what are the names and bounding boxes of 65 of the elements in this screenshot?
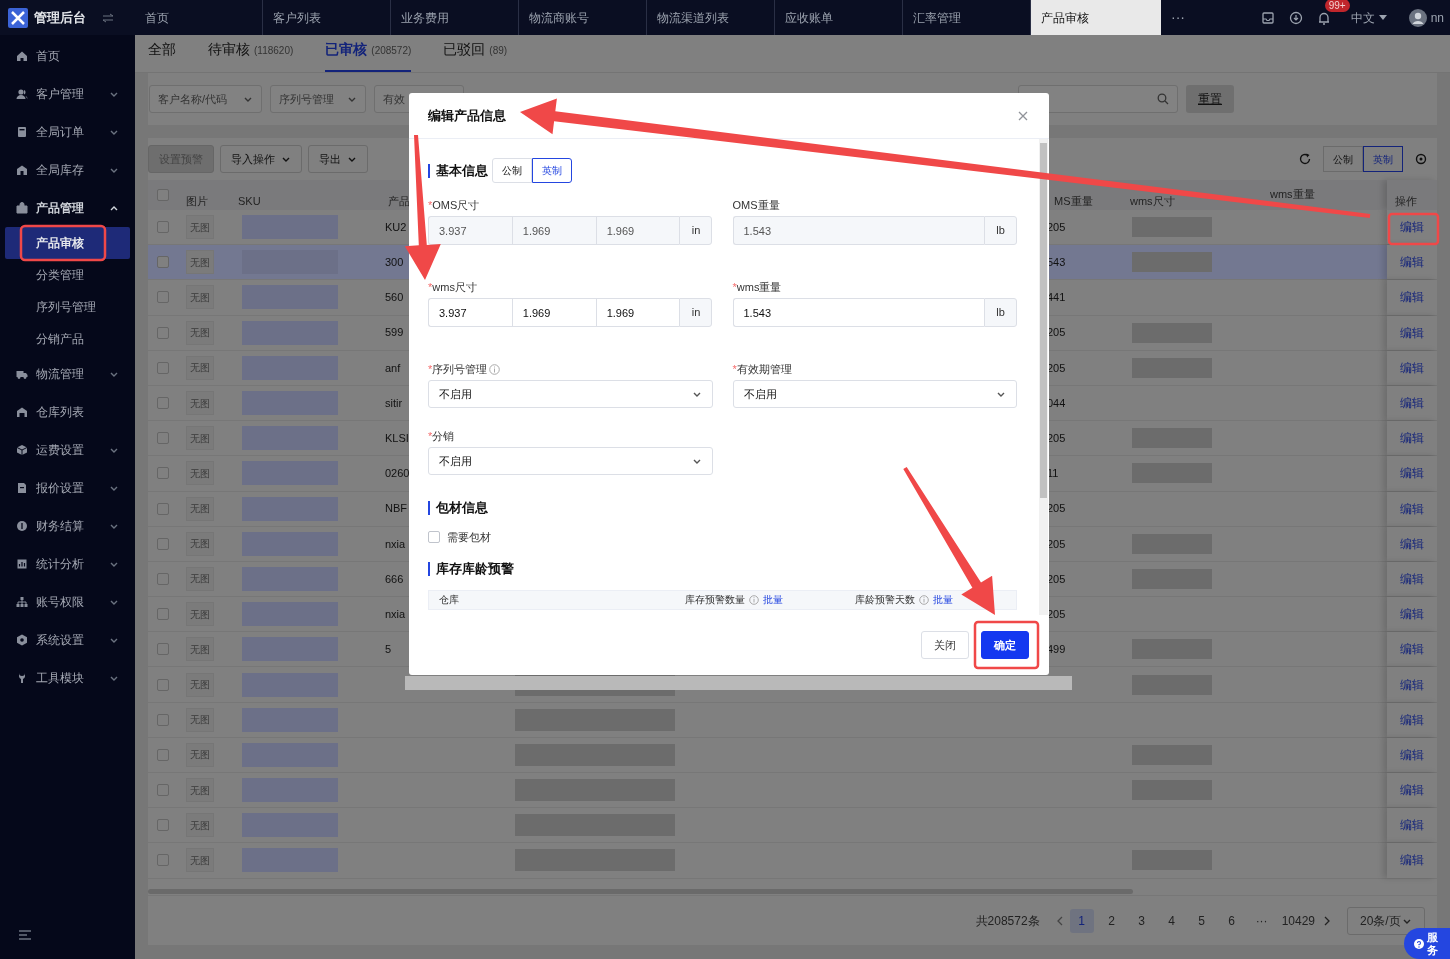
column-header: 库存预警数量 <box>685 593 745 607</box>
column-header: 仓库 <box>439 593 459 607</box>
modal-title: 编辑产品信息 <box>428 106 506 125</box>
column-header: 产品 <box>388 193 410 209</box>
section-title: 库存库龄预警 <box>428 561 514 576</box>
column-header: SKU <box>238 193 261 209</box>
product-name: sitir <box>385 395 403 411</box>
placeholder-text: 无图 <box>190 396 210 411</box>
field-label: *wms尺寸 <box>428 279 477 295</box>
product-name: KLSI <box>385 430 409 446</box>
product-name: nxia <box>385 536 406 552</box>
checkbox-label: 需要包材 <box>447 530 491 545</box>
product-name: 300 <box>385 255 404 271</box>
placeholder-text: 无图 <box>190 713 210 728</box>
product-name: 0260 <box>385 466 410 482</box>
field-label: *序列号管理 <box>428 361 488 377</box>
section-title: 包材信息 <box>428 501 488 515</box>
field-label: *有效期管理 <box>732 361 792 377</box>
placeholder-text: 无图 <box>190 361 210 376</box>
input-field: 1.969 <box>595 216 680 245</box>
placeholder-text: 无图 <box>190 607 210 622</box>
placeholder-text: 无图 <box>190 783 210 798</box>
placeholder-text: 无图 <box>190 537 210 552</box>
column-header: 操作 <box>1395 193 1417 209</box>
product-name: 5 <box>385 642 392 658</box>
placeholder-text: 无图 <box>190 748 210 763</box>
unit-label: lb <box>984 298 1017 327</box>
placeholder-text: 无图 <box>190 290 210 305</box>
placeholder-text: 无图 <box>190 502 210 517</box>
product-name: 560 <box>385 290 404 306</box>
column-header: 库龄预警天数 <box>855 593 915 607</box>
product-name: 599 <box>385 325 404 341</box>
unit-label: in <box>679 216 713 245</box>
unit-label: in <box>679 298 713 327</box>
placeholder-text: 无图 <box>190 326 210 341</box>
placeholder-text: 无图 <box>190 255 210 270</box>
placeholder-text: 无图 <box>190 220 210 235</box>
input-field: 1.969 <box>511 216 596 245</box>
column-header: wms尺寸 <box>1130 193 1175 209</box>
column-header: wms重量 <box>1270 187 1315 202</box>
field-label: *OMS尺寸 <box>428 197 480 213</box>
placeholder-text: 无图 <box>190 678 210 693</box>
product-name: 666 <box>385 571 404 587</box>
product-name: nxia <box>385 606 406 622</box>
placeholder-text: 无图 <box>190 572 210 587</box>
column-header: 图片 <box>186 193 208 209</box>
field-label: *分销 <box>428 428 455 444</box>
placeholder-text: 无图 <box>190 431 210 446</box>
notification-badge: 99+ <box>1324 0 1350 12</box>
placeholder-text: 无图 <box>190 853 210 868</box>
section-title: 基本信息 <box>428 163 488 178</box>
product-name: anf <box>385 360 401 376</box>
input-field: 3.937 <box>428 216 512 245</box>
column-header: MS重量 <box>1054 193 1093 209</box>
app-title: 管理后台 <box>34 8 86 27</box>
product-name: KU2 <box>385 219 407 235</box>
placeholder-text: 无图 <box>190 466 210 481</box>
unit-label: lb <box>984 216 1017 245</box>
placeholder-text: 无图 <box>190 818 210 833</box>
input-field: 1.543 <box>732 216 984 245</box>
product-name: NBF <box>385 501 407 517</box>
total-count: 共208572条 <box>975 912 1040 930</box>
field-label: OMS重量 <box>732 197 780 213</box>
field-label: *wms重量 <box>732 279 782 295</box>
placeholder-text: 无图 <box>190 642 210 657</box>
